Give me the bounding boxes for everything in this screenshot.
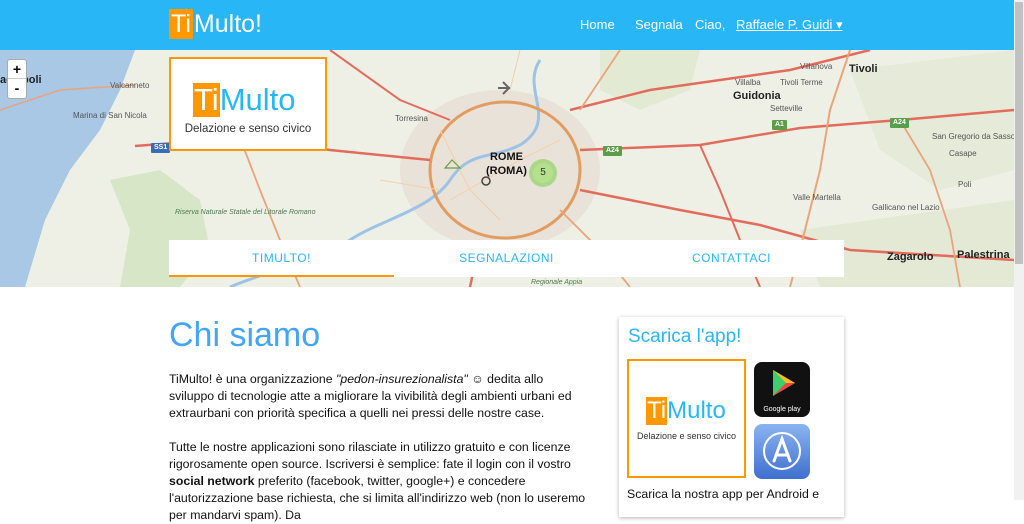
download-card-text: Scarica la nostra app per Android e	[627, 487, 820, 501]
map-label-regionale-appia: Regionale Appia	[531, 279, 583, 286]
app-store-button[interactable]	[754, 424, 810, 479]
road-shield-a1: A1	[772, 120, 787, 130]
google-play-label: Google play	[763, 406, 801, 413]
map-label-valcanneto: Valcanneto	[110, 81, 150, 90]
road-shield-ss1: SS1	[151, 143, 171, 153]
brand-ti: Ti	[169, 9, 193, 39]
map-label-gallicano: Gallicano nel Lazio	[872, 203, 940, 212]
download-card-logo-ti: Ti	[646, 397, 668, 425]
download-card-logo-wordmark: Ti Multo	[646, 397, 726, 425]
page-title: Chi siamo	[169, 316, 321, 354]
tab-contattaci[interactable]: CONTATTACI	[619, 240, 844, 277]
brand-name: Multo!	[193, 9, 262, 38]
intro-paragraph: TiMulto! è una organizzazione "pedon-ins…	[169, 371, 589, 422]
nav-greeting: Ciao,	[695, 17, 726, 32]
section-tabs: TIMULTO! SEGNALAZIONI CONTATTACI	[169, 240, 844, 277]
map-label-guidonia: Guidonia	[733, 90, 781, 102]
tab-segnalazioni[interactable]: SEGNALAZIONI	[394, 240, 619, 277]
app-store-icon	[763, 432, 801, 470]
map-label-marina: Marina di San Nicola	[73, 111, 147, 120]
license-text-a: Tutte le nostre applicazioni sono rilasc…	[169, 440, 571, 471]
brand-logo[interactable]: Ti Multo!	[169, 9, 262, 39]
map-label-san-gregorio: San Gregorio da Sassola	[932, 132, 1014, 141]
map-label-poli: Poli	[958, 180, 972, 189]
map-zoom-control: + -	[7, 59, 27, 99]
tab-timulto[interactable]: TIMULTO!	[169, 240, 394, 277]
license-paragraph: Tutte le nostre applicazioni sono rilasc…	[169, 439, 589, 524]
map-label-casape: Casape	[949, 149, 977, 158]
download-card-logo: Ti Multo Delazione e senso civico	[627, 359, 746, 478]
hero-logo-wordmark: Ti Multo	[193, 83, 296, 117]
license-bold: social network	[169, 474, 255, 488]
map-label-villanova: Villanova	[800, 62, 833, 71]
scrollbar-thumb[interactable]	[1015, 2, 1023, 264]
hero-logo-subtitle: Delazione e senso civico	[184, 123, 312, 135]
hero-logo: Ti Multo Delazione e senso civico	[169, 57, 327, 151]
map-label-setteville: Setteville	[770, 104, 803, 113]
map-label-tivoli: Tivoli	[849, 63, 878, 75]
zoom-out-button[interactable]: -	[8, 79, 26, 98]
intro-emphasis: "pedon-insurezionalista"	[336, 372, 468, 386]
map-label-tivoli-terme: Tivoli Terme	[780, 78, 823, 87]
map-label-zagarolo: Zagarolo	[887, 251, 934, 263]
road-shield-a24: A24	[603, 146, 622, 156]
map-label-riserva: Riserva Naturale Statale del Litorale Ro…	[175, 209, 316, 216]
download-card-title: Scarica l'app!	[628, 326, 742, 347]
zoom-in-button[interactable]: +	[8, 60, 26, 79]
nav-segnala-link[interactable]: Segnala	[635, 17, 683, 32]
map-label-torresina: Torresina	[395, 114, 428, 123]
download-app-card: Scarica l'app! Ti Multo Delazione e senso…	[619, 317, 844, 517]
download-card-logo-rest: Multo	[667, 397, 726, 424]
map-label-palestrina: Palestrina	[957, 249, 1010, 261]
map-label-villalba: Villalba	[735, 78, 761, 87]
page-scrollbar[interactable]	[1014, 0, 1024, 500]
map-marker-cluster[interactable]: 5	[529, 159, 557, 187]
cluster-count: 5	[533, 163, 553, 183]
intro-text-a: TiMulto! è una organizzazione	[169, 372, 337, 386]
map-label-rome: ROME (ROMA)	[486, 151, 527, 177]
download-card-logo-subtitle: Delazione e senso civico	[636, 431, 737, 441]
google-play-icon: Google play	[763, 370, 801, 413]
user-menu-dropdown[interactable]: Raffaele P. Guidi ▾	[736, 17, 843, 33]
navbar: Ti Multo! Home Segnala Ciao, Raffaele P. …	[0, 0, 1014, 50]
active-tab-indicator	[169, 275, 394, 277]
nav-home-link[interactable]: Home	[580, 17, 615, 32]
hero-logo-ti: Ti	[193, 82, 220, 117]
map-label-valle-martella: Valle Martella	[793, 193, 841, 202]
road-shield-a24-2: A24	[890, 118, 909, 128]
hero-logo-rest: Multo	[219, 82, 296, 117]
google-play-button[interactable]: Google play	[754, 362, 810, 417]
